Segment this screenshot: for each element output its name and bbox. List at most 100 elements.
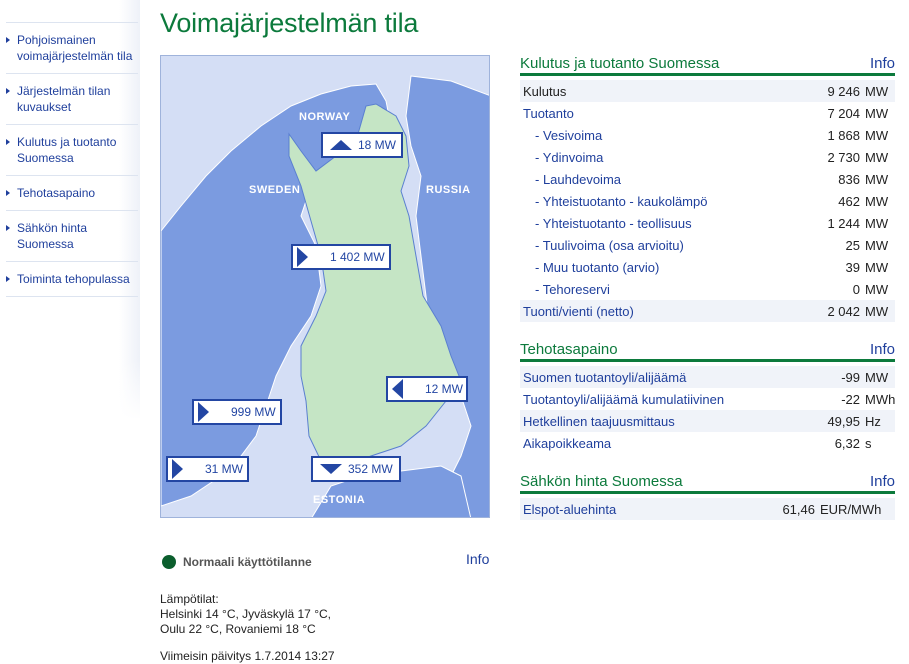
system-status: Normaali käyttötilanne [162,555,312,569]
table-row: - Tuulivoima (osa arvioitu) 25 MW [520,234,895,256]
info-link[interactable]: Info [870,341,895,358]
row-value: 836 [838,171,860,187]
row-value: 1 244 [827,215,860,231]
flow-value: 999 MW [231,405,276,419]
row-label-link[interactable]: Tuotanto [520,106,770,121]
power-balance-panel: Tehotasapaino Info Suomen tuotantoyli/al… [520,338,895,454]
flow-sweden-south[interactable]: 999 MW [192,399,282,425]
row-label-link[interactable]: Tuonti/vienti (netto) [520,304,770,319]
consumption-production-panel: Kulutus ja tuotanto Suomessa Info Kulutu… [520,52,895,322]
last-update: Viimeisin päivitys 1.7.2014 13:27 [160,649,335,663]
row-unit: MW [865,303,889,319]
table-row: - Yhteistuotanto - kaukolämpö 462 MW [520,190,895,212]
table-row: - Yhteistuotanto - teollisuus 1 244 MW [520,212,895,234]
table-row: Suomen tuotantoyli/alijäämä -99 MW [520,366,895,388]
status-label: Normaali käyttötilanne [183,555,312,569]
row-label-link[interactable]: - Yhteistuotanto - kaukolämpö [520,194,770,209]
arrow-right-icon [6,139,10,145]
row-unit: MW [865,259,889,275]
temperatures-line: Helsinki 14 °C, Jyväskylä 17 °C, [160,607,331,621]
panel-title: Tehotasapaino [520,341,618,358]
consumption-table: Kulutus 9 246 MW Tuotanto 7 204 MW - Vesivoi… [520,80,895,322]
price-table: Elspot-aluehinta 61,46 EUR/MWh [520,498,895,520]
sidebar-item-consumption-production[interactable]: Kulutus ja tuotanto Suomessa [6,125,138,176]
electricity-price-panel: Sähkön hinta Suomessa Info Elspot-aluehi… [520,470,895,520]
flow-value: 31 MW [205,462,244,476]
arrow-left-icon [392,379,403,399]
status-indicator-icon [162,555,176,569]
row-unit: MW [865,127,889,143]
row-value: 0 [852,281,860,297]
row-unit: MW [865,369,889,385]
row-unit: MW [865,215,889,231]
table-row: Kulutus 9 246 MW [520,80,895,102]
row-label-link[interactable]: Suomen tuotantoyli/alijäämä [520,370,770,385]
table-row: Tuotantoyli/alijäämä kumulatiivinen -22 MW… [520,388,895,410]
table-row: - Tehoreservi 0 MW [520,278,895,300]
balance-table: Suomen tuotantoyli/alijäämä -99 MW Tuotant… [520,366,895,454]
row-label-link[interactable]: - Vesivoima [520,128,770,143]
flow-aland[interactable]: 31 MW [166,456,249,482]
sidebar-item-system-state-descriptions[interactable]: Järjestelmän tilan kuvaukset [6,74,138,125]
flow-value: 352 MW [348,462,393,476]
info-link[interactable]: Info [870,55,895,72]
table-row: Tuotanto 7 204 MW [520,102,895,124]
sidebar-item-electricity-price[interactable]: Sähkön hinta Suomessa [6,211,138,262]
row-value: 7 204 [827,105,860,121]
table-row: Aikapoikkeama 6,32 s [520,432,895,454]
temperatures-heading: Lämpötilat: [160,592,219,606]
status-info-link[interactable]: Info [466,551,489,567]
row-unit: MW [865,83,889,99]
row-label-link[interactable]: Elspot-aluehinta [520,502,725,517]
flow-sweden-north[interactable]: 1 402 MW [291,244,391,270]
row-value: -22 [841,391,860,407]
row-value: 1 868 [827,127,860,143]
sidebar-item-power-balance[interactable]: Tehotasapaino [6,176,138,211]
sidebar-item-nordic-system-state[interactable]: Pohjoismainen voimajärjestelmän tila [6,23,138,74]
row-value: 49,95 [827,413,860,429]
row-unit: MW [865,281,889,297]
arrow-up-icon [330,140,352,150]
row-value: 39 [845,259,860,275]
row-label-link[interactable]: - Lauhdevoima [520,172,770,187]
flow-value: 12 MW [425,382,464,396]
sidebar-item-label: Toiminta tehopulassa [17,272,130,286]
info-link[interactable]: Info [870,473,895,490]
row-unit: MW [865,193,889,209]
row-unit: MW [865,105,889,121]
table-row: Hetkellinen taajuusmittaus 49,95 Hz [520,410,895,432]
panel-header: Kulutus ja tuotanto Suomessa Info [520,52,895,76]
label-estonia: ESTONIA [313,494,366,506]
row-value: 2 042 [827,303,860,319]
row-label: Kulutus [523,83,567,99]
row-label-link[interactable]: - Tehoreservi [520,282,770,297]
row-label-link[interactable]: - Yhteistuotanto - teollisuus [520,216,770,231]
row-label-link[interactable]: - Muu tuotanto (arvio) [520,260,770,275]
arrow-right-icon [297,247,308,267]
panel-header: Tehotasapaino Info [520,338,895,362]
table-row: - Lauhdevoima 836 MW [520,168,895,190]
sidebar: Pohjoismainen voimajärjestelmän tila Jär… [0,0,140,420]
flow-russia[interactable]: 12 MW [386,376,468,402]
row-label-link[interactable]: Tuotantoyli/alijäämä kumulatiivinen [520,392,770,407]
label-sweden: SWEDEN [249,184,301,196]
row-label-link[interactable]: - Tuulivoima (osa arvioitu) [520,238,770,253]
row-label-link[interactable]: Aikapoikkeama [520,436,770,451]
sidebar-item-label: Kulutus ja tuotanto Suomessa [17,135,117,165]
row-value: 61,46 [782,501,815,517]
temperatures: Lämpötilat: Helsinki 14 °C, Jyväskylä 17… [160,592,331,637]
row-value: 9 246 [827,83,860,99]
flow-value: 18 MW [358,138,397,152]
flow-estonia[interactable]: 352 MW [311,456,401,482]
page-title: Voimajärjestelmän tila [160,8,419,38]
arrow-right-icon [172,459,183,479]
sidebar-item-label: Sähkön hinta Suomessa [17,221,88,251]
table-row: - Ydinvoima 2 730 MW [520,146,895,168]
row-label-link[interactable]: - Ydinvoima [520,150,770,165]
sidebar-item-power-shortage[interactable]: Toiminta tehopulassa [6,262,138,297]
panel-title: Kulutus ja tuotanto Suomessa [520,55,720,72]
row-value: 25 [845,237,860,253]
row-label-link[interactable]: Hetkellinen taajuusmittaus [520,414,770,429]
flow-norway[interactable]: 18 MW [321,132,403,158]
sidebar-item-label: Pohjoismainen voimajärjestelmän tila [17,33,133,63]
